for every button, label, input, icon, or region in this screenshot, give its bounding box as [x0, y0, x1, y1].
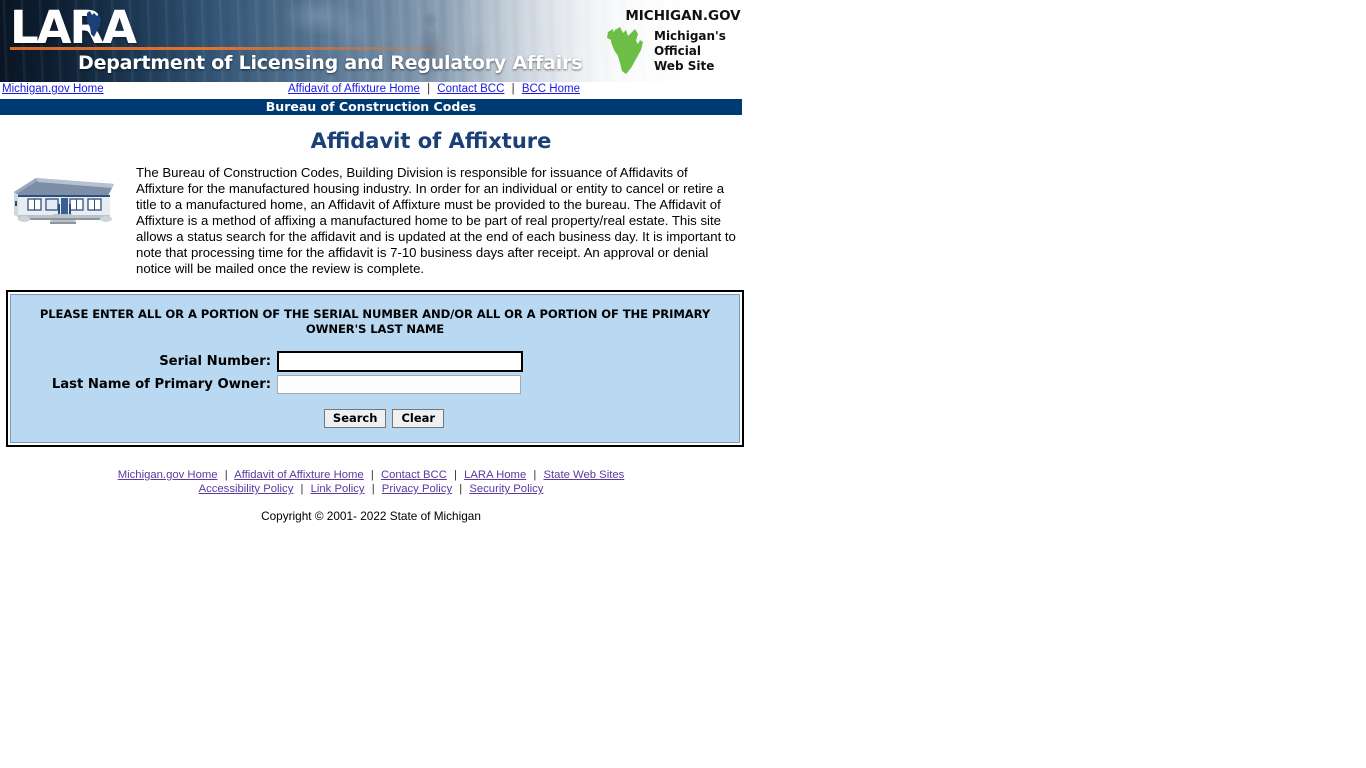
footer-link-lara-home[interactable]: LARA Home [464, 469, 526, 481]
footer-sep-2-1: | [300, 483, 304, 495]
last-name-row: Last Name of Primary Owner: [19, 375, 731, 394]
footer-sep-1-3: | [454, 469, 457, 481]
migov-tagline-line3: Web Site [654, 58, 715, 73]
last-name-input[interactable] [277, 375, 521, 394]
manufactured-home-image [10, 170, 122, 232]
search-button[interactable]: Search [323, 409, 387, 428]
search-panel: PLEASE ENTER ALL OR A PORTION OF THE SER… [6, 290, 744, 447]
nav-center-group: Affidavit of Affixture Home | Contact BC… [288, 83, 580, 95]
footer-sep-1-4: | [533, 469, 537, 481]
last-name-label: Last Name of Primary Owner: [51, 377, 271, 392]
michigan-gov-official-badge: MICHIGAN.GOV Michigan's Official Web Sit… [605, 8, 742, 76]
page-title: Affidavit of Affixture [310, 129, 552, 153]
footer-sep-1-1: | [224, 469, 228, 481]
page-root: LARA Department of Licensing and Regulat… [0, 0, 744, 523]
michigan-state-shape-icon [607, 27, 643, 74]
footer-link-michigan-gov-home[interactable]: Michigan.gov Home [118, 469, 218, 481]
footer-link-accessibility-policy[interactable]: Accessibility Policy [199, 483, 294, 495]
site-banner: LARA Department of Licensing and Regulat… [0, 0, 742, 82]
footer-link-link-policy[interactable]: Link Policy [311, 483, 365, 495]
nav-separator-1: | [427, 83, 431, 95]
form-button-row: Search Clear [19, 409, 731, 428]
serial-number-input[interactable] [277, 351, 523, 372]
footer-links-row-1: Michigan.gov Home | Affidavit of Affixtu… [0, 469, 742, 481]
footer-sep-2-3: | [459, 483, 463, 495]
footer-link-security-policy[interactable]: Security Policy [469, 483, 543, 495]
clear-button[interactable]: Clear [392, 409, 445, 428]
search-instructions: PLEASE ENTER ALL OR A PORTION OF THE SER… [39, 307, 711, 336]
nav-separator-2: | [511, 83, 515, 95]
footer-sep-1-2: | [370, 469, 374, 481]
migov-tagline-line2: Official [654, 43, 702, 58]
michigan-gov-title: MICHIGAN.GOV [625, 8, 741, 24]
footer-sep-2-2: | [371, 483, 375, 495]
footer-link-contact-bcc[interactable]: Contact BCC [381, 469, 447, 481]
footer-links-row-2: Accessibility Policy | Link Policy | Pri… [0, 483, 742, 495]
intro-section: The Bureau of Construction Codes, Buildi… [0, 165, 742, 290]
footer-link-affidavit-home[interactable]: Affidavit of Affixture Home [234, 469, 364, 481]
nav-link-michigan-gov-home[interactable]: Michigan.gov Home [2, 83, 104, 95]
department-name: Department of Licensing and Regulatory A… [78, 52, 583, 74]
nav-left-group: Michigan.gov Home [2, 83, 104, 95]
serial-number-label: Serial Number: [159, 354, 271, 369]
bureau-title-bar: Bureau of Construction Codes [0, 99, 742, 115]
footer-link-state-web-sites[interactable]: State Web Sites [543, 469, 624, 481]
nav-link-affidavit-home[interactable]: Affidavit of Affixture Home [288, 83, 420, 95]
top-navigation: Michigan.gov Home Affidavit of Affixture… [0, 82, 742, 99]
copyright-notice: Copyright © 2001- 2022 State of Michigan [261, 509, 481, 523]
nav-link-contact-bcc[interactable]: Contact BCC [437, 83, 504, 95]
nav-link-bcc-home[interactable]: BCC Home [522, 83, 580, 95]
intro-paragraph: The Bureau of Construction Codes, Buildi… [136, 165, 736, 276]
migov-tagline-line1: Michigan's [654, 28, 726, 43]
site-footer: Michigan.gov Home | Affidavit of Affixtu… [0, 469, 742, 523]
lara-logo: LARA [10, 1, 480, 54]
footer-link-privacy-policy[interactable]: Privacy Policy [382, 483, 452, 495]
michigan-gov-tagline: Michigan's Official Web Site [654, 29, 726, 74]
search-panel-body: PLEASE ENTER ALL OR A PORTION OF THE SER… [10, 294, 740, 443]
serial-number-row: Serial Number: [19, 351, 731, 372]
orange-accent-rule [10, 47, 465, 50]
lara-wordmark: LARA [10, 1, 137, 54]
